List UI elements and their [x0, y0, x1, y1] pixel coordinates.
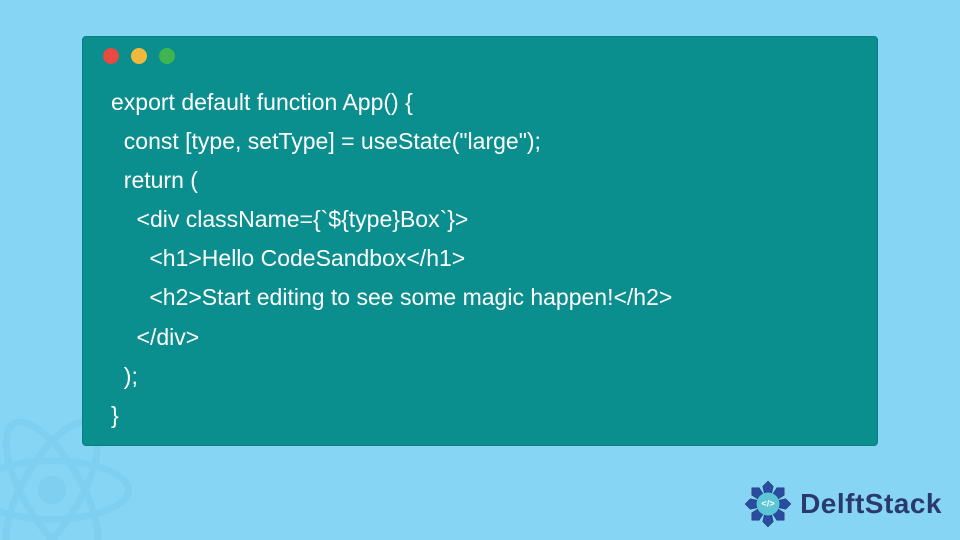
code-line: } — [111, 402, 119, 428]
code-line: <div className={`${type}Box`}> — [111, 206, 468, 232]
code-line: export default function App() { — [111, 89, 413, 115]
code-line: <h1>Hello CodeSandbox</h1> — [111, 245, 465, 271]
brand-name: DelftStack — [800, 488, 942, 520]
code-line: ); — [111, 363, 138, 389]
close-icon[interactable] — [103, 48, 119, 64]
code-window: export default function App() { const [t… — [82, 36, 878, 446]
code-line: return ( — [111, 167, 198, 193]
code-line: <h2>Start editing to see some magic happ… — [111, 284, 672, 310]
code-line: </div> — [111, 324, 199, 350]
window-titlebar — [83, 37, 877, 75]
brand-badge: </> DelftStack — [742, 478, 942, 530]
code-content: export default function App() { const [t… — [83, 75, 877, 443]
delftstack-logo-icon: </> — [742, 478, 794, 530]
code-line: const [type, setType] = useState("large"… — [111, 128, 541, 154]
svg-text:</>: </> — [761, 499, 775, 509]
maximize-icon[interactable] — [159, 48, 175, 64]
minimize-icon[interactable] — [131, 48, 147, 64]
